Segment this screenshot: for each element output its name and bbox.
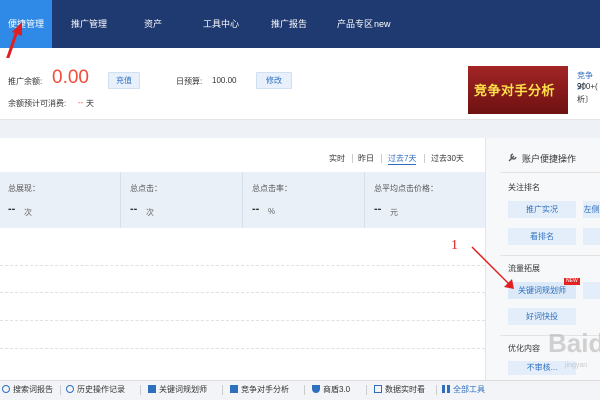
promo-live-button[interactable]: 推广实况	[508, 201, 576, 218]
toolbar-label: 关键词规划师	[159, 385, 207, 394]
range-yesterday[interactable]: 昨日	[358, 153, 374, 164]
toolbar-separator	[366, 385, 367, 395]
annotation-number: 1	[451, 238, 458, 253]
stat-clicks-unit: 次	[146, 208, 154, 217]
new-badge: NEW	[564, 278, 580, 285]
balance-days-label: 余额预计可消费:	[8, 99, 67, 108]
competitor-analysis-banner[interactable]: 竞争对手分析	[468, 66, 568, 114]
toolbar-separator	[60, 385, 61, 395]
toolbar-shangdun[interactable]: 商盾3.0	[312, 380, 350, 400]
keyword-planner-icon	[148, 385, 156, 393]
stat-ctr-value: --	[252, 203, 260, 215]
stat-divider	[242, 172, 243, 228]
view-rank-button[interactable]: 看排名	[508, 228, 576, 245]
toolbar-label: 历史操作记录	[77, 385, 125, 394]
balance-amount: 0.00	[52, 67, 89, 88]
balance-days-value: --	[78, 98, 84, 107]
red-arrow-annotation-icon	[471, 246, 514, 289]
good-word-quick-button[interactable]: 好词快投	[508, 308, 576, 325]
competitor-icon	[230, 385, 238, 393]
daily-budget-value: 100.00	[212, 76, 237, 85]
chart-gridline	[0, 265, 485, 266]
stat-clicks-label: 总点击：	[130, 184, 162, 193]
watermark-subtext: jingyan	[565, 362, 588, 369]
range-separator	[352, 154, 353, 163]
realtime-data-icon	[374, 385, 382, 393]
range-last-30-days[interactable]: 过去30天	[431, 153, 464, 164]
stat-divider	[364, 172, 365, 228]
promo-side-line2: 900+(	[577, 82, 598, 91]
stat-clicks-value: --	[130, 203, 138, 215]
range-realtime[interactable]: 实时	[329, 153, 345, 164]
banner-text: 竞争对手分析	[474, 83, 556, 98]
balance-days-unit: 天	[86, 99, 94, 108]
toolbar-label: 全部工具	[453, 385, 485, 394]
toolbar-search-report[interactable]: 搜索词报告	[2, 380, 53, 400]
grid-icon	[442, 385, 450, 393]
toolbar-label: 竞争对手分析	[241, 385, 289, 394]
range-separator	[381, 154, 382, 163]
modify-budget-button[interactable]: 修改	[256, 72, 292, 89]
left-rank-button[interactable]: 左侧	[583, 201, 600, 218]
history-icon	[66, 385, 74, 393]
panel-divider	[500, 172, 600, 173]
toolbar-keyword-planner[interactable]: 关键词规划师	[148, 380, 207, 400]
balance-label: 推广余额:	[8, 77, 43, 86]
toolbar-label: 商盾3.0	[323, 385, 351, 394]
toolbar-separator	[436, 385, 437, 395]
top-navigation: 便捷管理 推广管理 资产 工具中心 推广报告 产品专区 new	[0, 0, 600, 48]
promo-side-line3: 析〕	[577, 95, 593, 104]
recharge-button[interactable]: 充值	[108, 72, 140, 89]
chart-gridline	[0, 292, 485, 293]
toolbar-label: 搜索词报告	[13, 385, 53, 394]
stat-ctr-unit: %	[268, 207, 276, 216]
toolbar-history[interactable]: 历史操作记录	[66, 380, 125, 400]
toolbar-realtime-data[interactable]: 数据实时看	[374, 380, 425, 400]
section-gap	[0, 120, 600, 138]
panel-title: 账户便捷操作	[522, 154, 577, 164]
toolbar-all-tools[interactable]: 全部工具	[442, 380, 485, 400]
tab-promotion-management[interactable]: 推广管理	[58, 0, 120, 48]
toolbar-separator	[140, 385, 141, 395]
daily-budget-label: 日预算:	[176, 77, 203, 86]
section-optimize-content: 优化内容	[508, 344, 540, 353]
extra-rank-button[interactable]	[583, 228, 600, 245]
tab-product-zone-label: 产品专区	[336, 19, 373, 29]
baidu-watermark-logo: Baid	[548, 328, 600, 358]
extra-traffic-button[interactable]	[583, 282, 600, 299]
tab-assets[interactable]: 资产	[128, 0, 178, 48]
toolbar-competitor-analysis[interactable]: 竞争对手分析	[230, 380, 289, 400]
toolbar-separator	[222, 385, 223, 395]
stat-avg-cpc-value: --	[374, 203, 382, 215]
section-follow-rank: 关注排名	[508, 183, 540, 192]
shield-icon	[312, 385, 320, 393]
chart-gridline	[0, 348, 485, 349]
chart-gridline	[0, 320, 485, 321]
wrench-icon	[508, 153, 517, 162]
stat-avg-cpc-unit: 元	[390, 208, 398, 217]
tab-promotion-report[interactable]: 推广报告	[258, 0, 320, 48]
stat-impressions-value: --	[8, 203, 16, 215]
stat-impressions-label: 总展现：	[8, 184, 40, 193]
search-report-icon	[2, 385, 10, 393]
range-last-7-days[interactable]: 过去7天	[388, 153, 417, 165]
stat-avg-cpc-label: 总平均点击价格：	[374, 184, 438, 193]
tab-tools-center[interactable]: 工具中心	[190, 0, 252, 48]
stat-impressions-unit: 次	[24, 208, 32, 217]
new-badge: new	[374, 19, 391, 29]
range-separator	[424, 154, 425, 163]
toolbar-separator	[304, 385, 305, 395]
stat-divider	[120, 172, 121, 228]
toolbar-label: 数据实时看	[385, 385, 425, 394]
stat-ctr-label: 总点击率：	[252, 184, 292, 193]
